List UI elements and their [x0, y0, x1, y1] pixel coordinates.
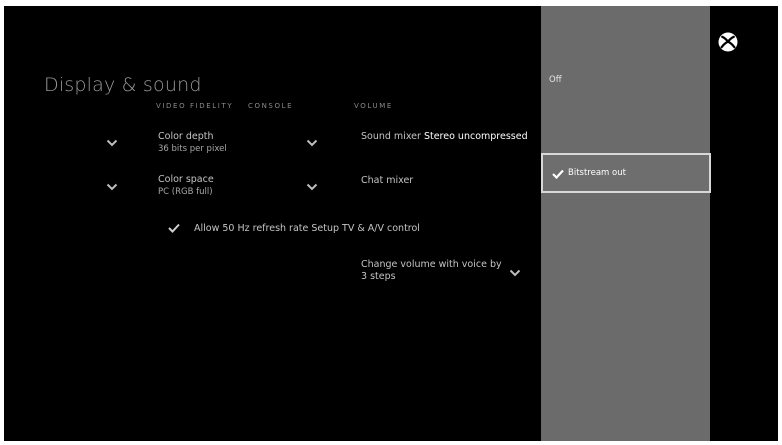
dropdown-option-bitstream-out-label: Bitstream out: [568, 168, 626, 178]
sound-mixer-label: Sound mixer: [361, 131, 421, 142]
dropdown-option-off[interactable]: Off: [549, 75, 562, 85]
column-header-video-fidelity: VIDEO FIDELITY: [156, 102, 234, 110]
voice-volume-value: 3 steps: [361, 271, 396, 282]
console-chevron-down-icon[interactable]: [306, 139, 318, 147]
selected-checkmark-icon: [552, 169, 564, 179]
color-depth-value: 36 bits per pixel: [158, 144, 227, 154]
color-depth-label: Color depth: [158, 131, 214, 142]
column-header-console: CONSOLE: [248, 102, 294, 110]
sound-mixer-dropdown-panel: Off Bitstream out: [541, 6, 711, 441]
chat-mixer-setting[interactable]: Chat mixer: [361, 175, 413, 187]
color-space-chevron-down-icon[interactable]: [106, 183, 118, 191]
color-space-setting[interactable]: Color space PC (RGB full): [158, 174, 214, 198]
color-depth-setting[interactable]: Color depth 36 bits per pixel: [158, 131, 227, 155]
color-depth-chevron-down-icon[interactable]: [106, 139, 118, 147]
page-title: Display & sound: [44, 74, 202, 96]
color-space-value: PC (RGB full): [158, 187, 213, 197]
sound-mixer-value: Stereo uncompressed: [423, 131, 528, 142]
dropdown-option-bitstream-out[interactable]: Bitstream out: [541, 153, 711, 193]
voice-volume-chevron-down-icon[interactable]: [509, 269, 521, 277]
voice-volume-label: Change volume with voice by: [361, 259, 502, 270]
voice-volume-setting[interactable]: Change volume with voice by 3 steps: [361, 259, 502, 283]
column-header-volume: VOLUME: [354, 102, 393, 110]
console-chevron-down-icon[interactable]: [306, 183, 318, 191]
allow-50hz-checkmark-icon[interactable]: [168, 223, 180, 233]
allow-50hz-setting[interactable]: Allow 50 Hz refresh rate Setup TV & A/V …: [194, 223, 420, 235]
app-screen: Display & sound VIDEO FIDELITY CONSOLE V…: [4, 6, 778, 441]
color-space-label: Color space: [158, 174, 214, 185]
xbox-logo-icon: [718, 32, 738, 52]
sound-mixer-setting[interactable]: Sound mixer Stereo uncompressed: [361, 131, 528, 143]
